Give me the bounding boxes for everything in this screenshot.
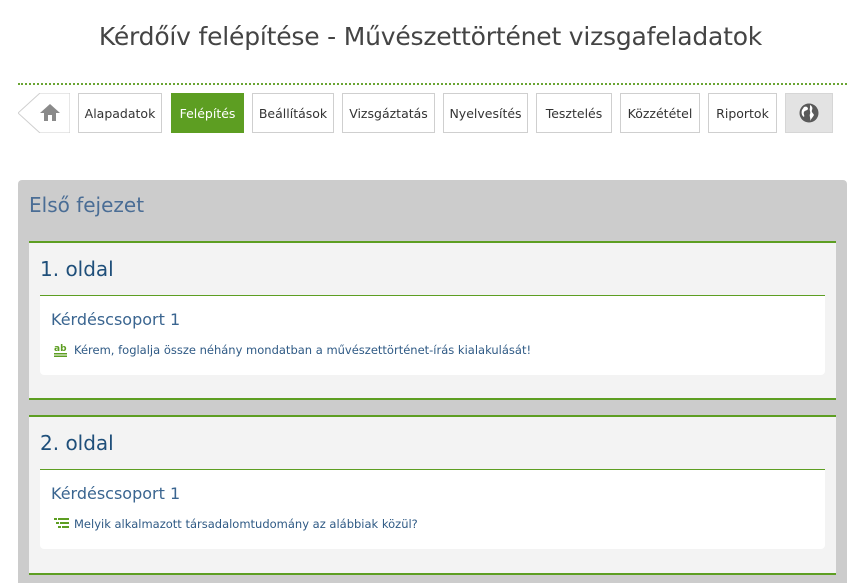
question-text: Melyik alkalmazott társadalomtudomány az…: [74, 517, 418, 531]
tab-teszteles[interactable]: Tesztelés: [536, 93, 612, 133]
title-divider: [18, 83, 847, 85]
page-title-2[interactable]: 2. oldal: [40, 431, 114, 455]
tab-kozzetetel[interactable]: Közzététel: [620, 93, 700, 133]
page-title-1[interactable]: 1. oldal: [40, 257, 114, 281]
page-title: Kérdőív felépítése - Művészettörténet vi…: [98, 22, 763, 51]
tab-nyelvesites[interactable]: Nyelvesítés: [443, 93, 528, 133]
tab-vizsgaztatas[interactable]: Vizsgáztatás: [342, 93, 435, 133]
list-choice-icon: [53, 517, 71, 531]
tab-riportok[interactable]: Riportok: [708, 93, 777, 133]
tab-beallitasok[interactable]: Beállítások: [252, 93, 334, 133]
home-arrow-shape: [18, 93, 70, 133]
home-button[interactable]: [18, 93, 70, 133]
text-answer-icon: ab: [53, 343, 71, 357]
question-text: Kérem, foglalja össze néhány mondatban a…: [74, 343, 532, 357]
chapter-title[interactable]: Első fejezet: [29, 193, 144, 217]
chapter-panel: Első fejezet 1. oldal Kérdéscsoport 1 ab…: [18, 180, 847, 583]
page-card-2: 2. oldal Kérdéscsoport 1 Melyik alkalmaz…: [29, 415, 836, 575]
svg-text:ab: ab: [54, 344, 67, 354]
question-group-1: Kérdéscsoport 1 ab Kérem, foglalja össze…: [40, 295, 825, 375]
group-title[interactable]: Kérdéscsoport 1: [51, 310, 180, 329]
question-item[interactable]: Melyik alkalmazott társadalomtudomány az…: [53, 517, 418, 531]
main-nav: Alapadatok Felépítés Beállítások Vizsgáz…: [18, 93, 838, 133]
tab-felepites[interactable]: Felépítés: [171, 93, 244, 133]
globe-icon: [799, 103, 819, 123]
question-item[interactable]: ab Kérem, foglalja össze néhány mondatba…: [53, 343, 531, 357]
tab-alapadatok[interactable]: Alapadatok: [78, 93, 162, 133]
language-button[interactable]: [785, 93, 833, 133]
page-card-1: 1. oldal Kérdéscsoport 1 ab Kérem, fogla…: [29, 241, 836, 400]
question-group-2: Kérdéscsoport 1 Melyik alkalmazott társa…: [40, 469, 825, 549]
group-title[interactable]: Kérdéscsoport 1: [51, 484, 180, 503]
